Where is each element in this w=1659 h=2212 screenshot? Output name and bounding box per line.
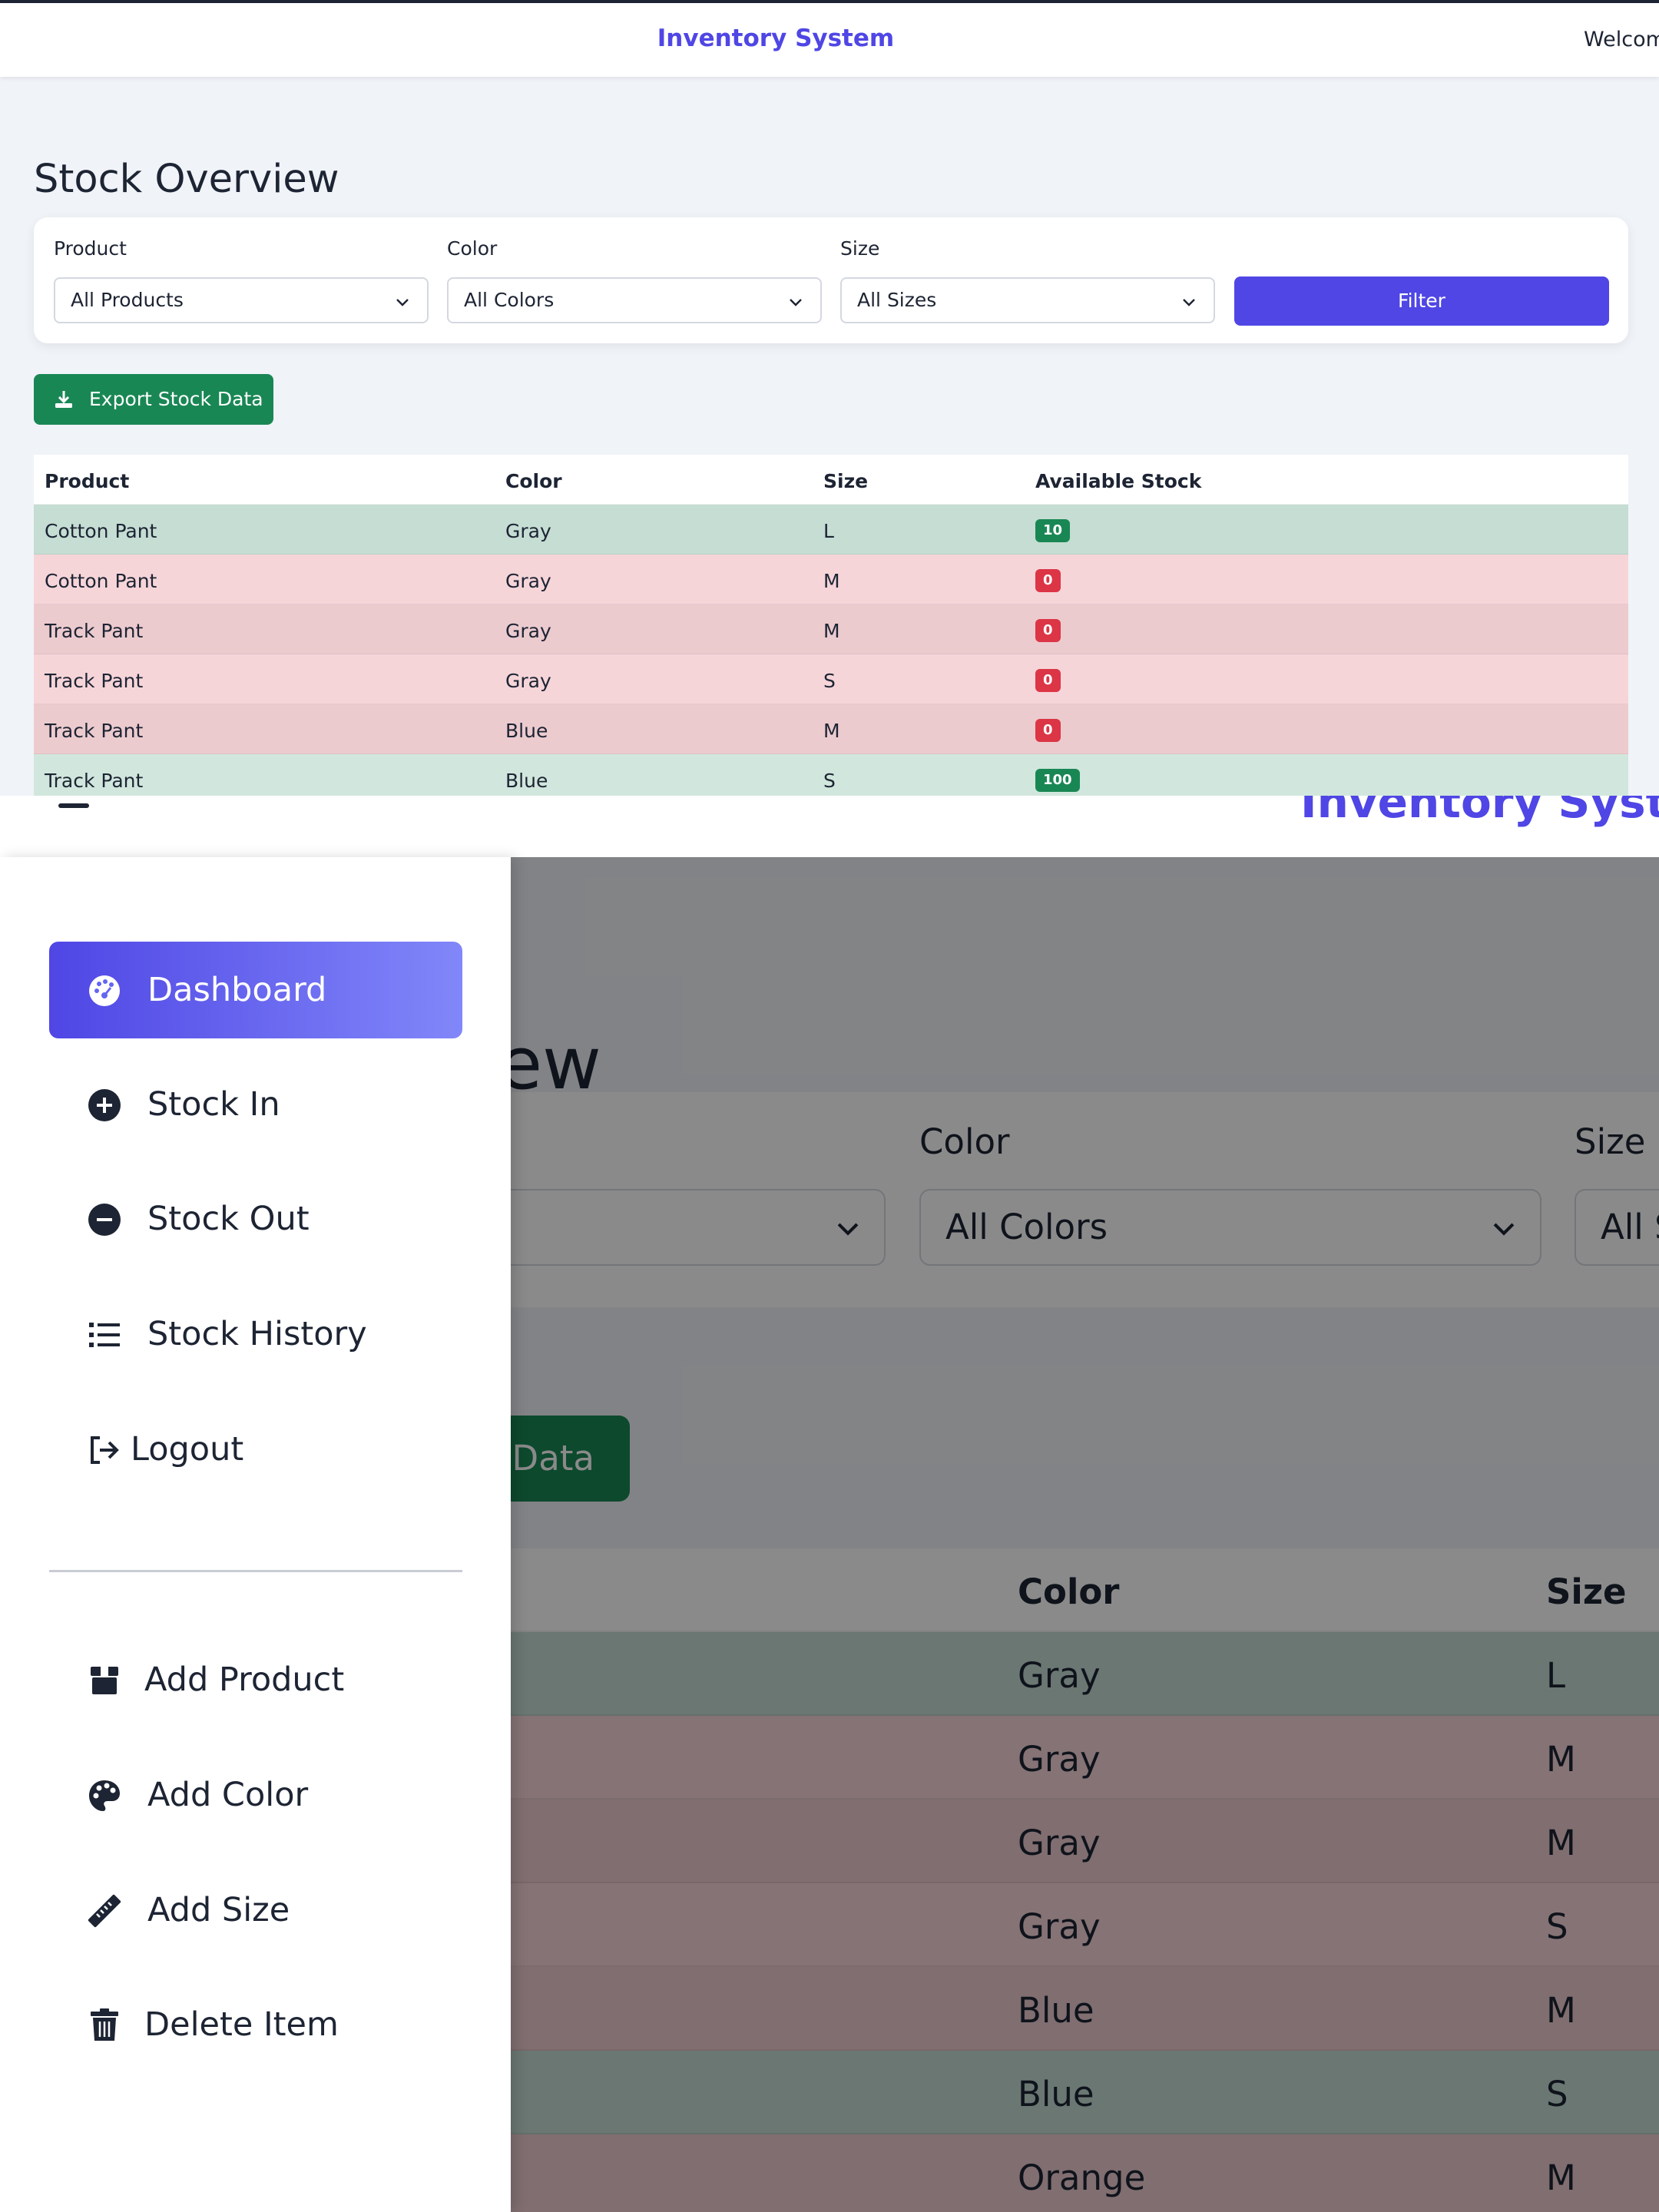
welcome-text: Welcome [1584,28,1659,51]
sidebar-item-stock-out[interactable]: Stock Out [49,1171,462,1267]
table-row: Track Pant Blue M 0 [34,704,1628,754]
cell-product: Track Pant [45,620,144,642]
palette-icon [89,1780,120,1811]
sidebar-item-stock-history[interactable]: Stock History [49,1286,462,1382]
cell-color: Blue [505,770,548,792]
export-stock-label: Export Stock Data [89,388,263,410]
sidebar-item-label: Logout [131,1430,244,1469]
table-row: Track Pant Blue S 100 [34,754,1628,796]
cell-product: Cotton Pant [45,520,157,542]
sidebar-item-label: Delete Item [144,2005,339,2044]
export-stock-button[interactable]: Export Stock Data [34,374,273,425]
header-size: Size [823,470,869,492]
cell-size: S [823,670,836,692]
color-select-value: All Colors [464,289,555,311]
cell-product: Cotton Pant [45,570,157,592]
sidebar-item-label: Add Product [144,1661,345,1699]
stock-badge: 0 [1035,719,1061,742]
minus-circle-icon [88,1204,121,1236]
menu-toggle-icon[interactable] [58,803,89,808]
sidebar-item-delete-item[interactable]: Delete Item [49,1976,462,2073]
cell-size: M [823,570,840,592]
list-icon [89,1323,120,1347]
product-select-value: All Products [71,289,184,311]
cell-size: M [823,720,840,742]
mobile-navbar: Inventory System [0,796,1659,857]
cell-color: Gray [505,520,551,542]
chevron-down-icon [790,299,802,306]
sidebar-item-add-product[interactable]: Add Product [49,1631,462,1728]
box-icon [91,1667,118,1694]
filter-button[interactable]: Filter [1234,276,1609,326]
mobile-view: Inventory System erview Color Size All C… [0,796,1659,2212]
sidebar-item-label: Add Color [147,1776,309,1814]
sidebar-item-label: Stock History [147,1315,367,1353]
size-filter-label: Size [840,237,880,260]
table-row: Track Pant Gray M 0 [34,604,1628,654]
ruler-icon [88,1894,121,1928]
table-header: Product Color Size Available Stock [34,455,1628,505]
sidebar-item-logout[interactable]: Logout [49,1401,462,1498]
navbar: Inventory System Welcome [0,3,1659,77]
download-icon [55,391,72,408]
cell-color: Gray [505,620,551,642]
gauge-icon [89,975,120,1006]
chevron-down-icon [396,299,409,306]
sidebar-item-stock-in[interactable]: Stock In [49,1056,462,1153]
cell-product: Track Pant [45,720,144,742]
size-select-value: All Sizes [857,289,937,311]
chevron-down-icon [1183,299,1195,306]
table-row: Track Pant Gray S 0 [34,654,1628,704]
page-title: Stock Overview [34,157,339,202]
stock-badge: 10 [1035,519,1071,542]
sidebar-item-label: Stock Out [147,1200,310,1238]
plus-circle-icon [88,1089,121,1121]
desktop-view: Inventory System Welcome Stock Overview … [0,0,1659,796]
size-filter: Size All Sizes [840,237,1215,323]
sidebar: Dashboard Stock In Stock Out Stock Histo… [0,857,511,2212]
cell-color: Gray [505,570,551,592]
cell-color: Gray [505,670,551,692]
trash-icon [91,2008,118,2041]
cell-size: S [823,770,836,792]
table-row: Cotton Pant Gray M 0 [34,555,1628,604]
color-filter: Color All Colors [447,237,822,323]
color-filter-label: Color [447,237,498,260]
sidebar-item-add-color[interactable]: Add Color [49,1747,462,1843]
stock-badge: 100 [1035,769,1080,792]
header-available-stock: Available Stock [1035,470,1202,492]
sidebar-divider [49,1570,462,1572]
mobile-brand-title[interactable]: Inventory System [1300,796,1659,828]
header-product: Product [45,470,130,492]
header-color: Color [505,470,562,492]
sidebar-item-add-size[interactable]: Add Size [49,1862,462,1959]
sidebar-item-dashboard[interactable]: Dashboard [49,942,462,1038]
sidebar-item-label: Dashboard [147,971,327,1009]
product-select[interactable]: All Products [54,277,429,323]
cell-size: L [823,520,834,542]
sidebar-item-label: Stock In [147,1085,280,1124]
filter-card: Product All Products Color All Colors Si… [34,217,1628,343]
product-filter: Product All Products [54,237,429,323]
cell-product: Track Pant [45,670,144,692]
product-filter-label: Product [54,237,127,260]
color-select[interactable]: All Colors [447,277,822,323]
cell-size: M [823,620,840,642]
size-select[interactable]: All Sizes [840,277,1215,323]
brand-title[interactable]: Inventory System [0,25,1551,52]
stock-badge: 0 [1035,569,1061,592]
sidebar-item-label: Add Size [147,1891,290,1929]
stock-table: Product Color Size Available Stock Cotto… [34,455,1628,796]
stock-badge: 0 [1035,619,1061,642]
table-row: Cotton Pant Gray L 10 [34,505,1628,555]
cell-product: Track Pant [45,770,144,792]
cell-color: Blue [505,720,548,742]
stock-badge: 0 [1035,669,1061,692]
logout-icon [91,1436,119,1464]
